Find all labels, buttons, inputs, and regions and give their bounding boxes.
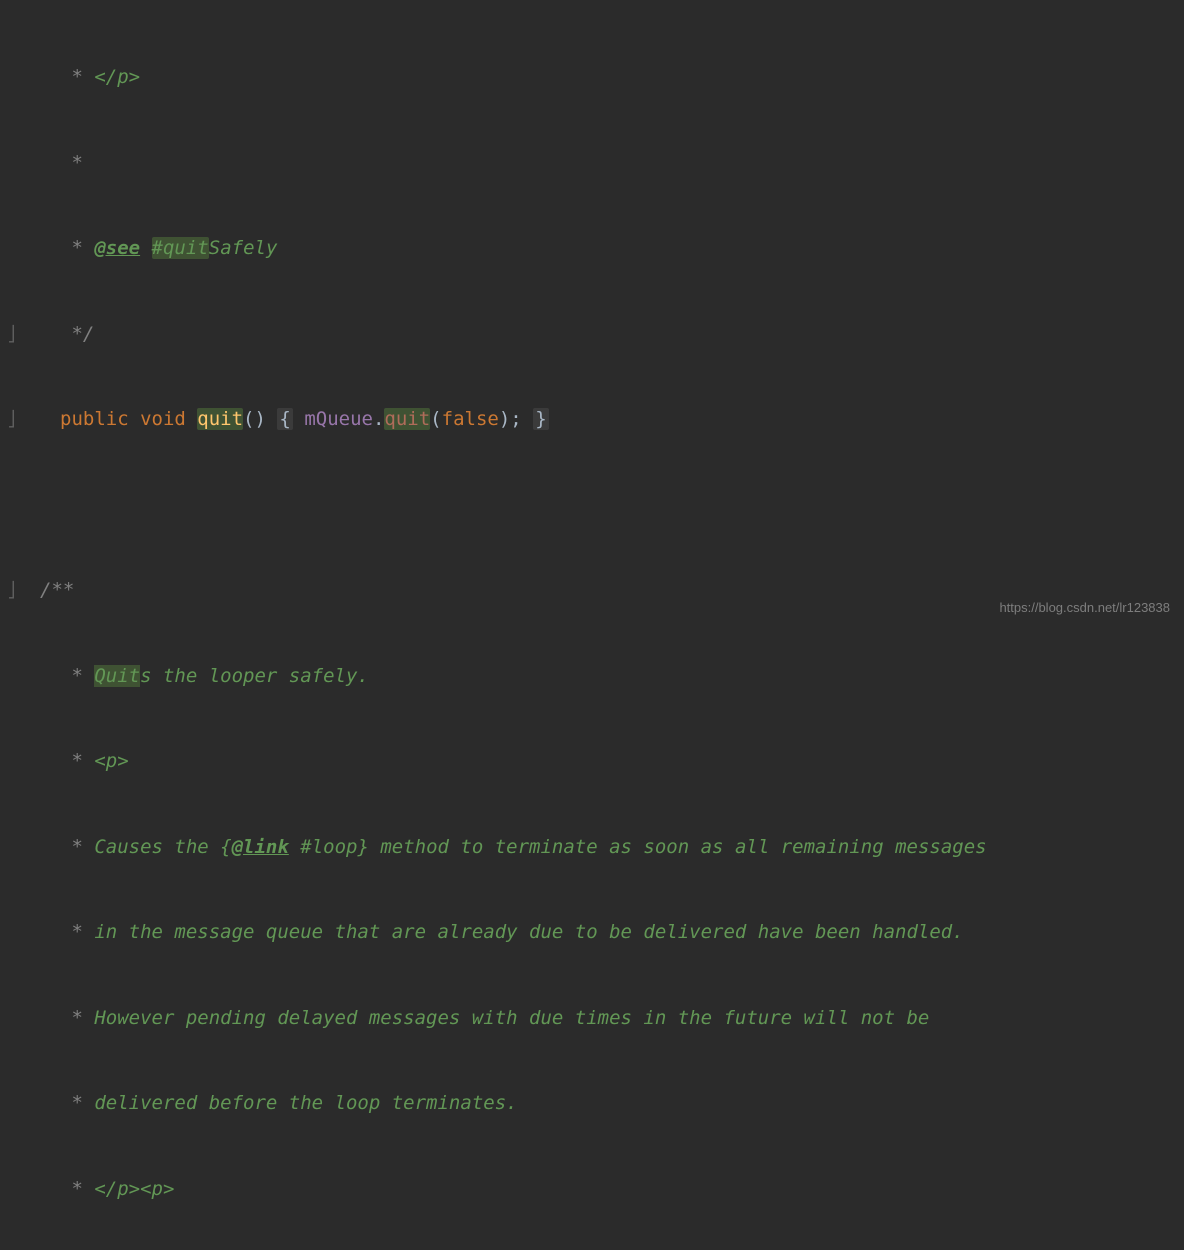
comment: * However pending delayed messages with …	[60, 1007, 929, 1029]
gutter-mark: ⎦	[0, 323, 20, 346]
code-editor[interactable]: * </p> * * @see #quitSafely ⎦ */ ⎦public…	[0, 0, 1184, 1250]
comment-open: /**	[40, 579, 74, 601]
gutter-mark: ⎦	[0, 579, 20, 602]
comment: * @see #quitSafely	[60, 237, 277, 259]
watermark: https://blog.csdn.net/lr123838	[999, 598, 1170, 618]
comment: * </p><p>	[60, 1178, 174, 1200]
comment: * delivered before the loop terminates.	[60, 1092, 518, 1114]
gutter-mark: ⎦	[0, 408, 20, 431]
comment: *	[60, 152, 83, 174]
comment: * </p>	[60, 66, 140, 88]
comment: * <p>	[60, 750, 129, 772]
comment: * Quits the looper safely.	[60, 665, 369, 687]
comment: * in the message queue that are already …	[60, 921, 964, 943]
comment: * Causes the {@link #loop} method to ter…	[60, 836, 987, 858]
method-quit: public void quit() { mQueue.quit(false);…	[20, 405, 549, 434]
comment-end: */	[60, 323, 94, 345]
